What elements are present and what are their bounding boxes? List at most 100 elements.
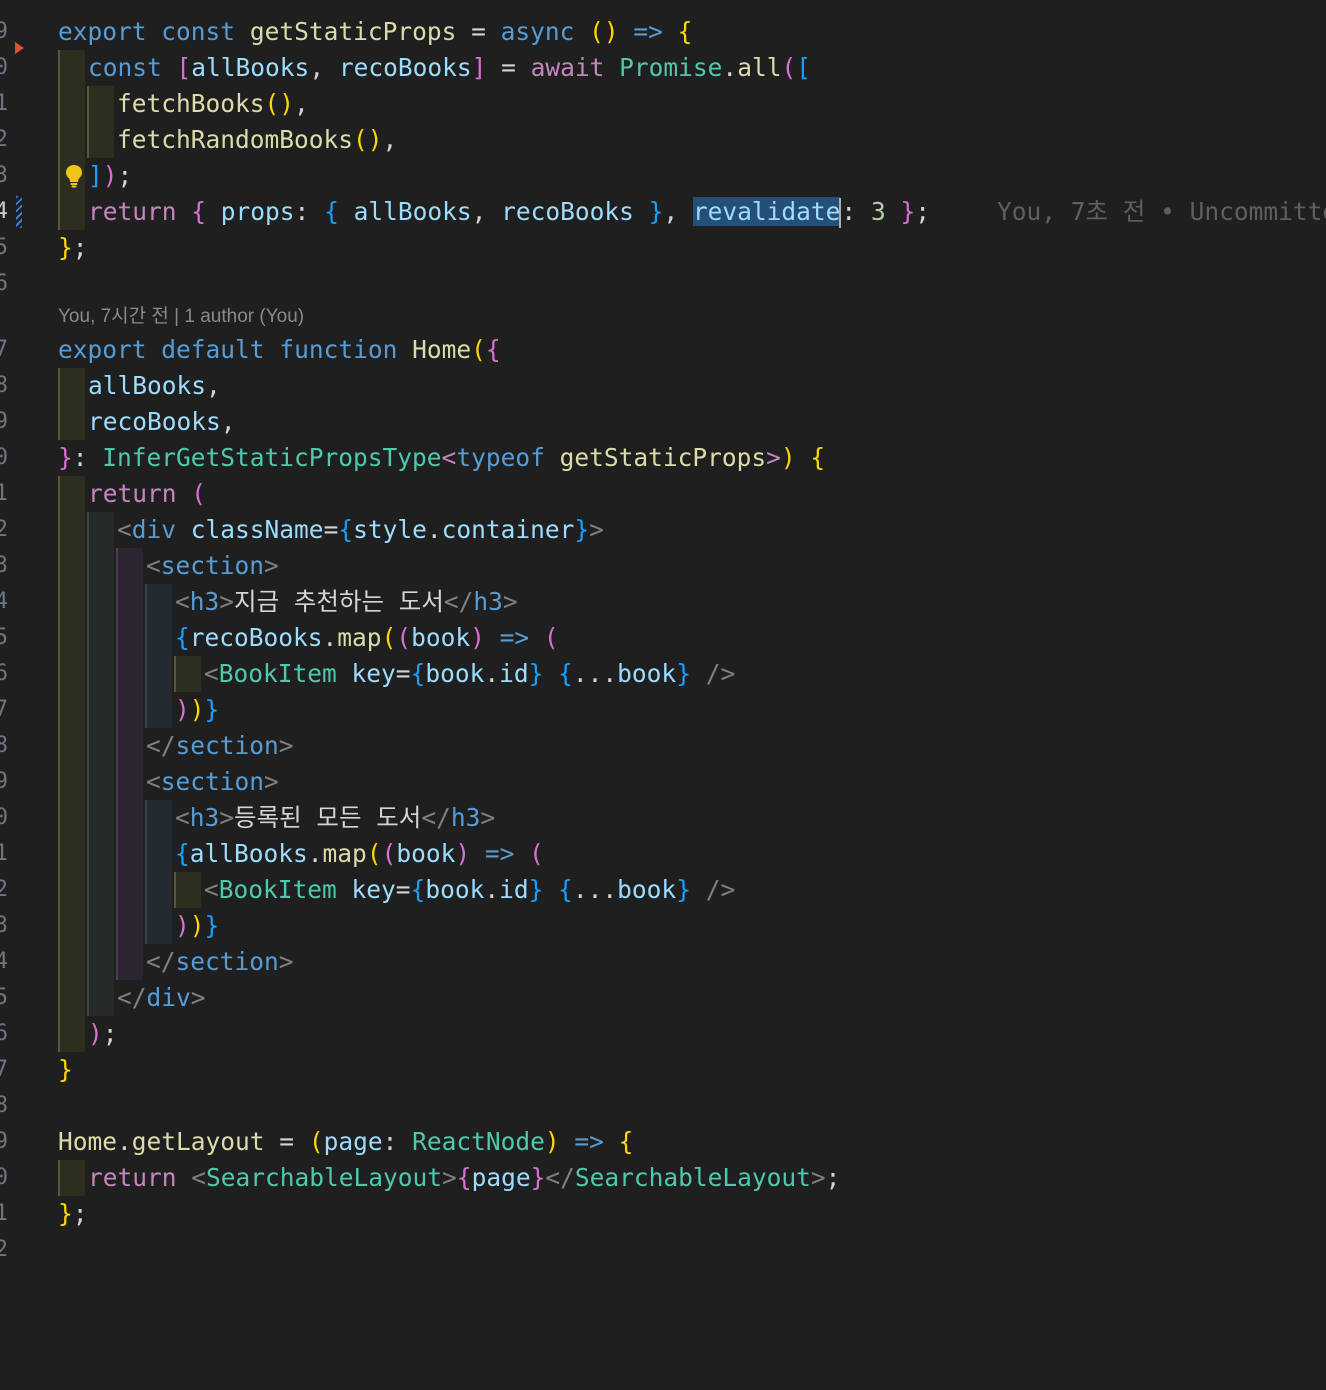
code-token: ; <box>825 1163 841 1192</box>
code-token: default <box>161 335 265 364</box>
code-token: SearchableLayout <box>574 1163 811 1192</box>
code-line[interactable]: 0 <h3>등록된 모든 도서</h3> <box>0 800 1326 836</box>
code-token: } <box>633 197 664 226</box>
git-codelens[interactable]: You, 7시간 전 | 1 author (You) <box>58 302 304 332</box>
line-number: 7 <box>0 337 8 362</box>
code-token: h3 <box>189 803 220 832</box>
code-token: ( <box>396 623 412 652</box>
code-token: section <box>175 947 279 976</box>
code-token: = <box>323 515 339 544</box>
code-token: book <box>617 659 677 688</box>
code-line[interactable]: 0 return <SearchableLayout>{page}</Searc… <box>0 1160 1326 1196</box>
code-token: fetchBooks <box>117 89 265 118</box>
line-number: 1 <box>0 841 8 866</box>
code-line[interactable]: 4 <h3>지금 추천하는 도서</h3> <box>0 584 1326 620</box>
line-number: 2 <box>0 1237 8 1262</box>
indent-guide <box>87 944 114 980</box>
code-token: } <box>676 659 691 688</box>
code-token: async <box>500 17 575 46</box>
code-line[interactable]: 7 ))} <box>0 692 1326 728</box>
code-line[interactable]: 1 fetchBooks(), <box>0 86 1326 122</box>
code-line[interactable]: 2 fetchRandomBooks(), <box>0 122 1326 158</box>
code-token: props <box>220 197 295 226</box>
indent-guide <box>58 764 85 800</box>
code-token: container <box>441 515 575 544</box>
code-line[interactable]: 3 ))} <box>0 908 1326 944</box>
code-line[interactable]: 8 <box>0 1088 1326 1124</box>
indent-guide <box>116 584 143 620</box>
indent-guide <box>58 908 85 944</box>
line-number: 4 <box>0 589 8 614</box>
indent-guide <box>58 620 85 656</box>
lightbulb-icon[interactable] <box>65 164 83 188</box>
code-token: = <box>456 17 501 46</box>
inline-git-blame[interactable]: You, 7초 전 • Uncommitte <box>997 194 1326 230</box>
code-line[interactable]: 8 allBooks, <box>0 368 1326 404</box>
indent-guide <box>87 122 114 158</box>
code-line[interactable]: 0 const [allBooks, recoBooks] = await Pr… <box>0 50 1326 86</box>
code-line[interactable]: 7 } <box>0 1052 1326 1088</box>
code-token: map <box>322 839 367 868</box>
code-token: . <box>322 623 338 652</box>
code-token: { <box>338 515 354 544</box>
code-line[interactable]: 6 ); <box>0 1016 1326 1052</box>
code-token: : <box>294 197 325 226</box>
code-token: } <box>204 695 220 724</box>
code-line[interactable]: 5 </div> <box>0 980 1326 1016</box>
code-line[interactable]: 4 </section> <box>0 944 1326 980</box>
code-token: await <box>530 53 605 82</box>
line-number: 5 <box>0 985 8 1010</box>
code-line[interactable]: 7 export default function Home({ <box>0 332 1326 368</box>
code-line[interactable]: 1 {allBooks.map((book) => ( <box>0 836 1326 872</box>
code-token: book <box>411 623 471 652</box>
code-line[interactable]: 9 export const getStaticProps = async ()… <box>0 14 1326 50</box>
code-token: typeof <box>456 443 545 472</box>
code-line[interactable]: 5 }; <box>0 230 1326 266</box>
code-token: > <box>810 1163 826 1192</box>
code-line[interactable]: 0 }: InferGetStaticPropsType<typeof getS… <box>0 440 1326 476</box>
code-token: { <box>176 197 221 226</box>
code-token: = <box>395 875 411 904</box>
code-line[interactable]: 2 <div className={style.container}> <box>0 512 1326 548</box>
code-token: ( <box>308 1127 324 1156</box>
code-line[interactable]: 1 return ( <box>0 476 1326 512</box>
code-line[interactable]: 6 <BookItem key={book.id} {...book} /> <box>0 656 1326 692</box>
code-token: > <box>278 947 294 976</box>
line-number: 5 <box>0 235 8 260</box>
code-token: () <box>264 89 295 118</box>
code-line[interactable]: 9 recoBooks, <box>0 404 1326 440</box>
line-number: 9 <box>0 19 8 44</box>
line-number: 5 <box>0 625 8 650</box>
line-number: 4 <box>0 949 8 974</box>
code-token: book <box>425 659 485 688</box>
code-editor[interactable]: 9 export const getStaticProps = async ()… <box>0 0 1326 1390</box>
code-token: </ <box>421 803 451 832</box>
code-token: () <box>589 17 619 46</box>
code-line[interactable]: 2 <box>0 1232 1326 1268</box>
line-number: 3 <box>0 163 8 188</box>
selected-token[interactable]: revalidate <box>692 197 841 226</box>
code-token: ) <box>189 695 205 724</box>
line-number: 2 <box>0 127 8 152</box>
code-token: Promise <box>619 53 723 82</box>
code-token: } <box>204 911 220 940</box>
code-line[interactable]: 9 Home.getLayout = (page: ReactNode) => … <box>0 1124 1326 1160</box>
code-line[interactable]: 9 <section> <box>0 764 1326 800</box>
code-line[interactable]: 3 ]); <box>0 158 1326 194</box>
code-line[interactable]: 6 <box>0 266 1326 302</box>
code-token: } <box>58 233 73 262</box>
indent-guide <box>87 548 114 584</box>
code-line-current[interactable]: 4 return { props: { allBooks, recoBooks … <box>0 194 1326 230</box>
code-token: { <box>677 17 693 46</box>
indent-guide <box>87 980 114 1016</box>
code-token: > <box>264 767 279 796</box>
code-line[interactable]: 8 </section> <box>0 728 1326 764</box>
code-line[interactable]: 3 <section> <box>0 548 1326 584</box>
code-line[interactable]: 5 {recoBooks.map((book) => ( <box>0 620 1326 656</box>
indent-guide <box>87 764 114 800</box>
code-token: </ <box>443 587 474 616</box>
code-token: { <box>410 875 426 904</box>
code-line[interactable]: 1 }; <box>0 1196 1326 1232</box>
code-token: : <box>72 443 103 472</box>
code-line[interactable]: 2 <BookItem key={book.id} {...book} /> <box>0 872 1326 908</box>
